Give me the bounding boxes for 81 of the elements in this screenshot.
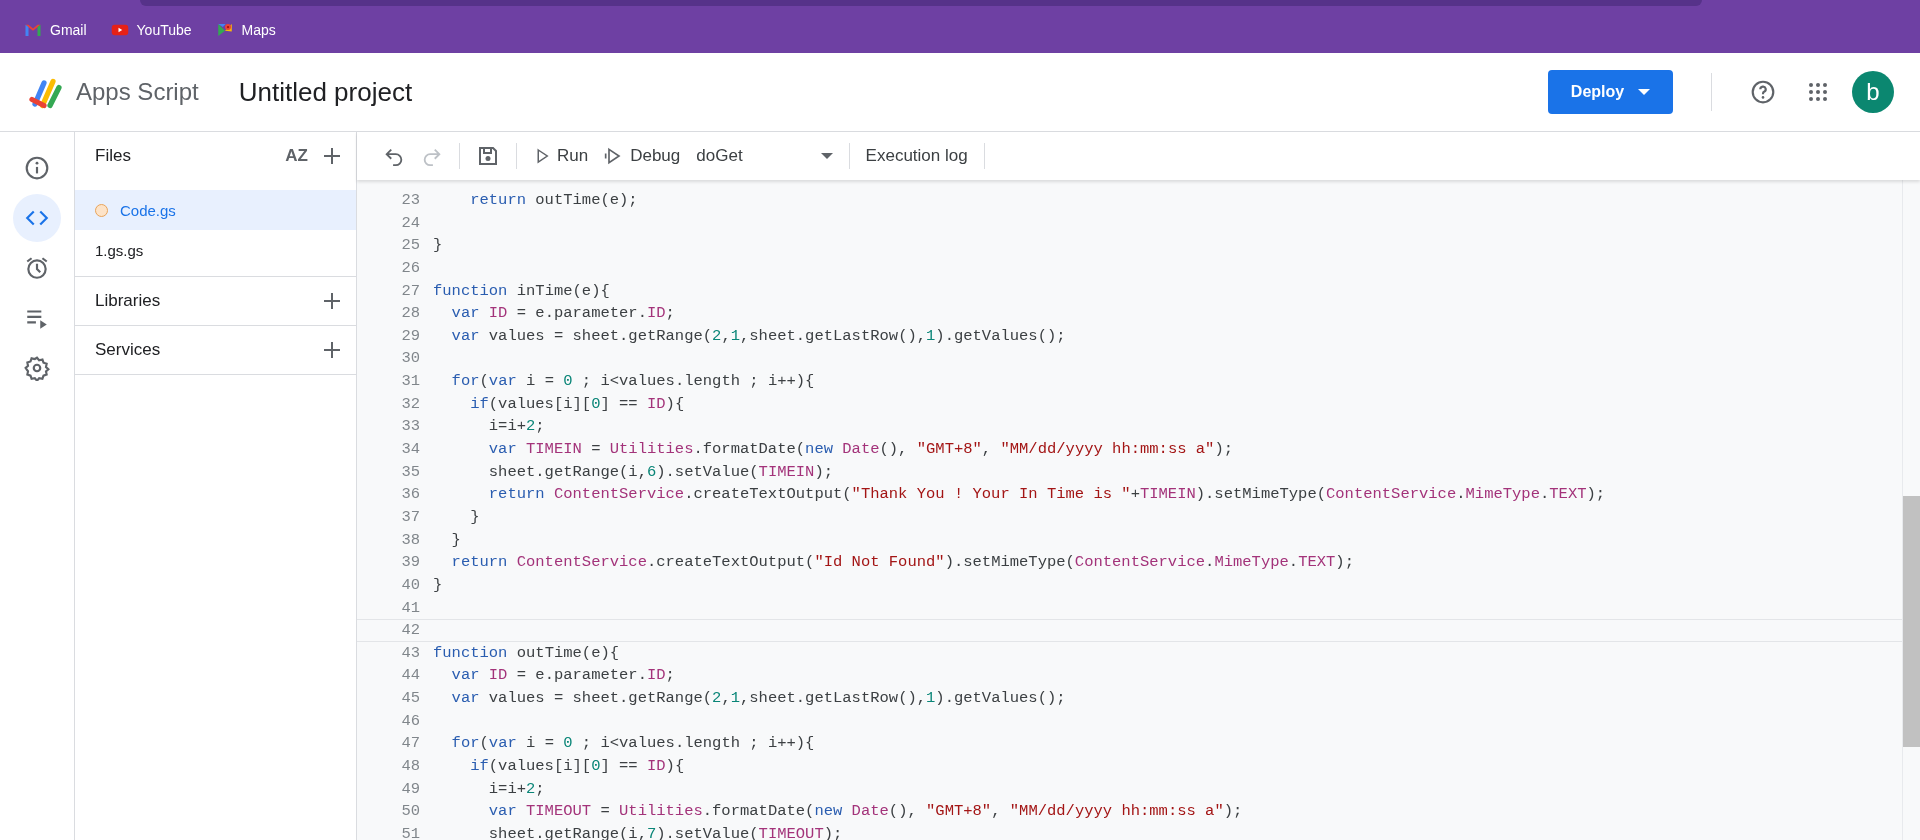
line-number: 36 — [400, 484, 420, 506]
file-item[interactable]: Code.gs — [75, 190, 356, 230]
line-number: 30 — [400, 348, 420, 370]
line-number: 40 — [400, 574, 420, 596]
code-line: } — [433, 235, 443, 257]
line-number: 35 — [400, 461, 420, 483]
bookmark-label: YouTube — [136, 22, 192, 38]
code-line: var TIMEOUT = Utilities.formatDate(new Date(), "GMT+8", "MM/dd/yyyy hh:mm:ss a"); — [487, 801, 1243, 823]
line-number: 29 — [400, 325, 420, 347]
code-line: var TIMEIN = Utilities.formatDate(new Date(), "GMT+8", "MM/dd/yyyy hh:mm:ss a"); — [487, 439, 1233, 461]
line-number: 28 — [400, 303, 420, 325]
line-number: 45 — [400, 688, 420, 710]
nav-rail-button[interactable] — [13, 194, 61, 242]
map-pin-icon — [215, 21, 234, 39]
file-item[interactable]: 1.gs.gs — [75, 230, 356, 270]
bookmark-label: Maps — [241, 22, 276, 38]
execution-log-button[interactable]: Execution log — [857, 140, 976, 172]
line-number: 24 — [400, 212, 420, 234]
line-number: 47 — [400, 733, 420, 755]
code-line: var ID = e.parameter.ID; — [450, 303, 675, 325]
code-line: for(var i = 0 ; i<values.length ; i++){ — [450, 733, 815, 755]
code-line: function inTime(e){ — [433, 280, 610, 302]
code-line: return outTime(e); — [469, 190, 638, 211]
bookmark-link[interactable]: Gmail — [20, 19, 91, 41]
panel-title: Files — [95, 146, 132, 166]
grid-icon — [1806, 80, 1830, 104]
line-number: 49 — [400, 778, 420, 800]
code-line: } — [469, 506, 480, 528]
bookmark-link[interactable]: Maps — [211, 19, 280, 41]
line-number: 51 — [400, 823, 420, 840]
code-line: } — [450, 529, 461, 551]
line-number: 48 — [400, 756, 420, 777]
line-number: 44 — [400, 665, 420, 687]
code-line: if(values[i][0] == ID){ — [469, 393, 685, 415]
line-number: 37 — [400, 506, 420, 528]
help-icon — [1750, 79, 1776, 105]
line-number: 23 — [400, 190, 420, 211]
line-number: 25 — [400, 235, 420, 257]
code-line: for(var i = 0 ; i<values.length ; i++){ — [450, 371, 815, 393]
caret-icon — [820, 153, 833, 159]
line-number: 31 — [400, 371, 420, 393]
scrollbar-thumb[interactable] — [1903, 496, 1920, 747]
section-title: Libraries — [95, 291, 161, 311]
code-line: sheet.getRange(i,6).setValue(TIMEIN); — [487, 461, 833, 483]
code-line: } — [433, 574, 443, 596]
line-number: 46 — [400, 710, 420, 732]
settings-icon — [24, 355, 50, 381]
line-number: 27 — [400, 280, 420, 302]
line-number: 43 — [400, 642, 420, 664]
project-title[interactable]: Untitled project — [238, 76, 413, 108]
deploy-button[interactable]: Deploy — [1548, 70, 1673, 114]
debug-button[interactable]: Debug — [596, 140, 689, 172]
app-name: Apps Script — [76, 78, 199, 106]
caret-icon — [1638, 89, 1651, 95]
code-line: if(values[i][0] == ID){ — [469, 756, 685, 777]
code-line: return ContentService.createTextOutput("Id Not Found").setMimeType(ContentService.MimeType.TEXT); — [450, 552, 1354, 574]
function-select[interactable]: doGet — [688, 140, 841, 172]
line-number: 34 — [400, 439, 420, 461]
alarm-clock-icon — [24, 255, 50, 281]
code-line: var ID = e.parameter.ID; — [450, 665, 675, 687]
line-number: 33 — [400, 416, 420, 438]
code-line: var values = sheet.getRange(2,1,sheet.getLastRow(),1).getValues(); — [450, 688, 1066, 710]
code-line: var values = sheet.getRange(2,1,sheet.getLastRow(),1).getValues(); — [450, 325, 1066, 347]
bookmark-label: Gmail — [50, 22, 87, 38]
sort-button[interactable]: AZ — [281, 146, 312, 166]
code-line: return ContentService.createTextOutput("Thank You ! Your In Time is "+TIMEIN).setMimeType(ContentService.MimeType.TEXT); — [487, 484, 1606, 506]
code-line: i=i+2; — [487, 778, 545, 800]
bookmark-link[interactable]: YouTube — [106, 19, 196, 41]
line-number: 38 — [400, 529, 420, 551]
line-number: 50 — [400, 801, 420, 823]
line-number: 41 — [400, 597, 420, 619]
line-number: 39 — [400, 552, 420, 574]
line-number: 42 — [400, 620, 420, 641]
line-number: 26 — [400, 257, 420, 279]
code-line: function outTime(e){ — [433, 642, 620, 664]
info-icon — [24, 155, 50, 181]
section-title: Services — [95, 340, 161, 360]
run-button[interactable]: Run — [525, 140, 597, 172]
account-avatar[interactable]: b — [1852, 71, 1894, 113]
line-number: 32 — [400, 393, 420, 415]
code-line: i=i+2; — [487, 416, 545, 438]
